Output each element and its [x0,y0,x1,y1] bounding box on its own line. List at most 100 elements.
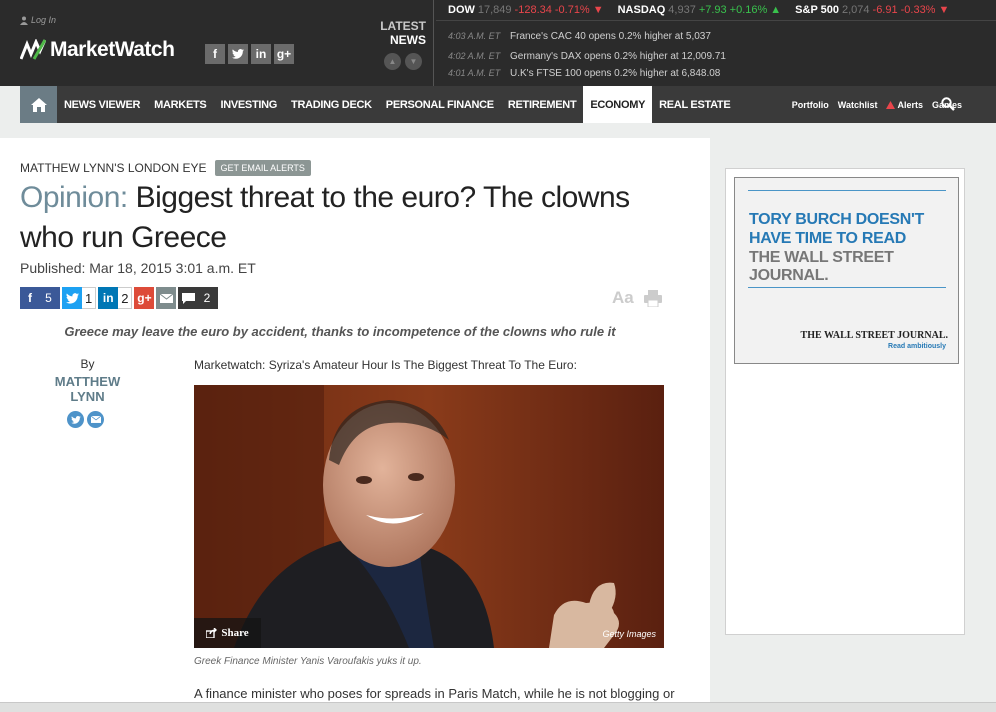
email-share-button[interactable] [156,287,177,309]
alerts-link[interactable]: Alerts [886,100,923,110]
nav-item-real-estate[interactable]: REAL ESTATE [652,86,737,123]
nav-item-personal-finance[interactable]: PERSONAL FINANCE [379,86,501,123]
home-button[interactable] [20,86,57,123]
watchlist-link[interactable]: Watchlist [838,100,878,110]
photo-illustration [194,385,664,648]
login-link[interactable]: Log In [20,15,56,25]
ticker-pct: -0.71% [554,4,590,16]
ad-rule-top [748,190,946,191]
ticker-name[interactable]: DOW [448,4,475,16]
print-icon[interactable] [643,289,662,307]
twitter-share-button[interactable]: 1 [62,287,97,309]
nav-item-investing[interactable]: INVESTING [213,86,284,123]
linkedin-icon: in [98,287,119,309]
photo-credit: Getty Images [602,629,656,639]
author-name[interactable]: MATTHEW LYNN [45,374,130,404]
ad-line-2: HAVE TIME TO READ [749,230,906,247]
ticker-pct: +0.16% [729,4,768,16]
nav-item-markets[interactable]: MARKETS [147,86,213,123]
ticker-pct: -0.33% [900,4,936,16]
ad-tagline[interactable]: Read ambitiously [888,343,946,350]
email-alerts-button[interactable]: GET EMAIL ALERTS [214,160,311,176]
ad-line-1: TORY BURCH DOESN'T [749,211,925,228]
photo-share-button[interactable]: Share [194,618,261,648]
twitter-icon[interactable] [228,44,248,64]
ticker-value: 2,074 [842,4,870,16]
facebook-icon[interactable]: f [205,44,225,64]
ticker-change: -128.34 [514,4,552,16]
column-kicker: MATTHEW LYNN'S LONDON EYE GET EMAIL ALER… [20,160,311,176]
portfolio-link[interactable]: Portfolio [792,100,829,110]
divider [436,20,996,21]
market-tickers: DOW 17,849 -128.34 -0.71% ▼ NASDAQ 4,937… [448,4,949,16]
nav-item-news-viewer[interactable]: NEWS VIEWER [57,86,147,123]
main-nav: NEWS VIEWER MARKETS INVESTING TRADING DE… [20,86,996,123]
wsj-logo: THE WALL STREET JOURNAL. [800,330,948,341]
author-last[interactable]: LYNN [45,389,130,404]
published-date: Published: Mar 18, 2015 3:01 a.m. ET [20,260,256,276]
down-arrow-icon: ▼ [592,4,604,16]
twitter-count: 1 [82,287,97,309]
ticker-name[interactable]: NASDAQ [618,4,666,16]
ticker-value: 4,937 [668,4,696,16]
news-time: 4:03 A.M. ET [448,31,501,41]
user-icon [20,16,28,25]
comments-button[interactable]: 2 [178,287,219,309]
share-icon [206,628,218,638]
nav-item-retirement[interactable]: RETIREMENT [501,86,584,123]
news-item[interactable]: 4:03 A.M. ET France's CAC 40 opens 0.2% … [448,31,711,42]
alerts-label: Alerts [897,99,923,110]
article-photo[interactable]: Share Getty Images [194,385,664,648]
news-text[interactable]: U.K's FTSE 100 opens 0.2% higher at 6,84… [510,68,720,79]
nav-item-trading-deck[interactable]: TRADING DECK [284,86,379,123]
sidebar: TORY BURCH DOESN'T HAVE TIME TO READ THE… [725,168,965,635]
facebook-count: 5 [40,287,60,309]
ad-headline: TORY BURCH DOESN'T HAVE TIME TO READ [749,210,924,248]
marketwatch-logo[interactable]: MarketWatch [20,38,175,62]
photo-caption: Greek Finance Minister Yanis Varoufakis … [194,656,422,667]
author-twitter-icon[interactable] [67,411,84,428]
twitter-icon [62,287,82,309]
linkedin-share-button[interactable]: in 2 [98,287,133,309]
horizontal-scrollbar[interactable] [0,702,996,712]
login-label[interactable]: Log In [31,15,56,25]
author-email-icon[interactable] [87,411,104,428]
ticker-value: 17,849 [477,4,512,16]
email-icon [156,287,177,309]
linkedin-icon[interactable]: in [251,44,271,64]
advertisement[interactable]: TORY BURCH DOESN'T HAVE TIME TO READ THE… [734,177,959,364]
article-tools: Aa [612,288,662,308]
news-label: NEWS [390,33,426,47]
share-label: Share [221,627,249,639]
news-item[interactable]: 4:01 A.M. ET U.K's FTSE 100 opens 0.2% h… [448,68,720,79]
alert-icon [886,100,896,109]
chevron-down-icon[interactable]: ▼ [405,53,422,70]
news-item[interactable]: 4:02 A.M. ET Germany's DAX opens 0.2% hi… [448,51,726,62]
article-body: A finance minister who poses for spreads… [194,686,675,701]
logo-text: MarketWatch [50,38,175,61]
ticker-name[interactable]: S&P 500 [795,4,839,16]
column-name[interactable]: MATTHEW LYNN'S LONDON EYE [20,161,207,175]
news-arrows: ▲ ▼ [384,53,422,70]
googleplus-icon[interactable]: g+ [274,44,294,64]
googleplus-share-button[interactable]: g+ [134,287,155,309]
news-text[interactable]: Germany's DAX opens 0.2% higher at 12,00… [510,51,726,62]
nav-item-economy[interactable]: ECONOMY [583,86,653,123]
chevron-up-icon[interactable]: ▲ [384,53,401,70]
social-links: f in g+ [205,44,294,64]
facebook-icon: f [20,287,40,309]
author-first[interactable]: MATTHEW [45,374,130,389]
ticker-change: -6.91 [872,4,898,16]
share-bar: f 5 1 in 2 g+ 2 [20,287,219,309]
search-button[interactable] [941,97,955,116]
logo-icon [20,39,46,60]
news-text[interactable]: France's CAC 40 opens 0.2% higher at 5,0… [510,31,711,42]
text-size-button[interactable]: Aa [612,288,634,308]
news-time: 4:01 A.M. ET [448,68,501,78]
ad-rule-bottom [748,287,946,288]
byline-label: By [80,357,95,371]
article-headline: Opinion: Biggest threat to the euro? The… [20,178,660,258]
down-arrow-icon: ▼ [938,4,950,16]
site-header: Log In MarketWatch f in g+ LATEST NEWS ▲… [0,0,996,86]
facebook-share-button[interactable]: f 5 [20,287,60,309]
